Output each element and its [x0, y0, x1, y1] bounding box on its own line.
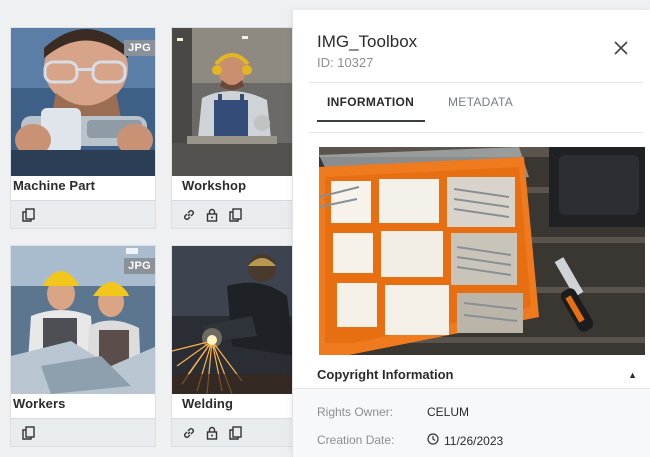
- copy-icon[interactable]: [21, 207, 35, 222]
- tab-information[interactable]: INFORMATION: [327, 95, 414, 109]
- asset-actions: [172, 200, 292, 228]
- copyright-section-body: Rights Owner: CELUM Creation Date: 11/26…: [293, 389, 650, 457]
- asset-title[interactable]: Welding: [182, 396, 233, 411]
- asset-card-workers[interactable]: JPG Workers: [10, 245, 156, 447]
- section-title: Copyright Information: [317, 367, 454, 382]
- creation-date-value: 11/26/2023: [427, 433, 503, 448]
- asset-actions: [11, 418, 155, 446]
- divider: [309, 82, 643, 83]
- asset-detail-panel: IMG_Toolbox ID: 10327 INFORMATION METADA…: [292, 10, 650, 457]
- asset-card-machine-part[interactable]: JPG Machine Part: [10, 27, 156, 229]
- asset-id: ID: 10327: [317, 55, 374, 70]
- lock-icon[interactable]: [205, 208, 219, 222]
- rights-owner-label: Rights Owner:: [317, 405, 394, 419]
- asset-thumbnail[interactable]: [172, 28, 292, 176]
- collapse-caret-icon[interactable]: ▲: [628, 370, 637, 380]
- asset-thumbnail[interactable]: JPG: [11, 246, 155, 394]
- lock-icon[interactable]: [205, 426, 219, 440]
- copy-icon[interactable]: [228, 425, 242, 440]
- active-tab-indicator: [317, 120, 425, 122]
- asset-title[interactable]: Workshop: [182, 178, 246, 193]
- rights-owner-text: CELUM: [427, 405, 470, 419]
- close-icon[interactable]: [613, 40, 629, 56]
- asset-actions: [172, 418, 292, 446]
- asset-actions: [11, 200, 155, 228]
- asset-preview-image: [319, 147, 645, 355]
- copy-icon[interactable]: [228, 207, 242, 222]
- rights-owner-value: CELUM: [427, 405, 469, 419]
- file-type-badge: JPG: [124, 258, 155, 274]
- asset-name: IMG_Toolbox: [317, 32, 418, 51]
- asset-title[interactable]: Machine Part: [13, 178, 95, 193]
- asset-thumbnail[interactable]: [172, 246, 292, 394]
- asset-card-welding[interactable]: Welding: [171, 245, 293, 447]
- creation-date-text: 11/26/2023: [444, 433, 504, 448]
- divider: [309, 132, 643, 133]
- asset-card-workshop[interactable]: Workshop: [171, 27, 293, 229]
- link-icon[interactable]: [182, 208, 196, 222]
- link-icon[interactable]: [182, 426, 196, 440]
- file-type-badge: JPG: [124, 40, 155, 56]
- clock-icon: [427, 433, 439, 448]
- creation-date-label: Creation Date:: [317, 433, 395, 447]
- copy-icon[interactable]: [21, 425, 35, 440]
- asset-thumbnail[interactable]: JPG: [11, 28, 155, 176]
- asset-grid: JPG Machine Part Workshop JPG Workers We…: [0, 0, 300, 457]
- tab-metadata[interactable]: METADATA: [448, 95, 513, 109]
- asset-title[interactable]: Workers: [13, 396, 65, 411]
